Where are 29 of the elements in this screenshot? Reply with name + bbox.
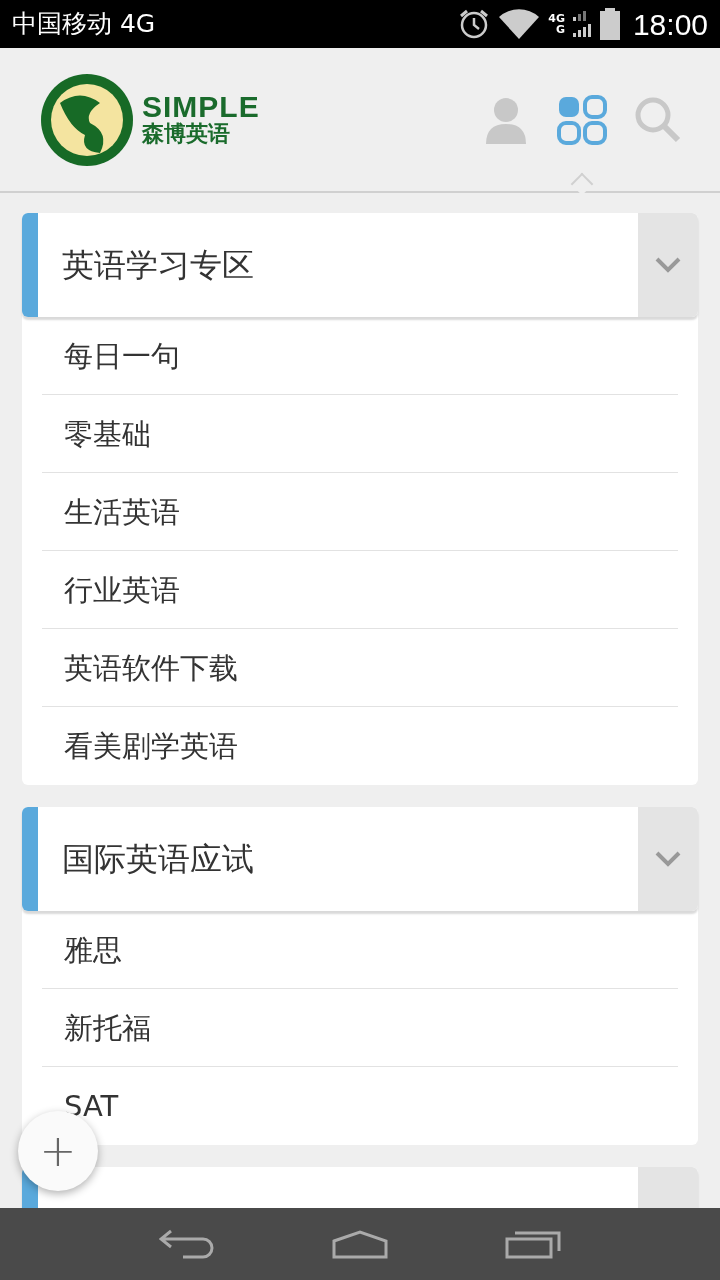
- menu-item[interactable]: 每日一句: [42, 317, 678, 395]
- search-icon: [635, 96, 681, 143]
- logo-text: SIMPLE: [142, 92, 260, 123]
- back-button[interactable]: [158, 1229, 215, 1259]
- signal-icon: [572, 9, 591, 39]
- menu-item[interactable]: 生活英语: [42, 473, 678, 551]
- chevron-down-icon: [655, 851, 681, 867]
- section-title: 国际英语应试: [61, 839, 255, 880]
- menu-item[interactable]: 行业英语: [42, 551, 678, 629]
- carrier-text: 中国移动 4G: [12, 8, 156, 41]
- grid-icon: [557, 94, 607, 145]
- chevron-down-icon: [655, 257, 681, 273]
- network-type-text: 4G: [548, 13, 565, 24]
- home-button[interactable]: [332, 1229, 388, 1259]
- menu-item[interactable]: 零基础: [42, 395, 678, 473]
- menu-item[interactable]: 雅思: [42, 911, 678, 989]
- clock-text: 18:00: [632, 6, 708, 43]
- wifi-icon: [498, 8, 541, 40]
- logo-subtitle: 森博英语: [142, 122, 231, 147]
- logo-icon: [40, 72, 134, 167]
- network-type-text: G: [554, 24, 565, 35]
- user-icon: [484, 95, 528, 144]
- section-title: 英语学习专区: [61, 245, 255, 286]
- battery-icon: [598, 8, 621, 40]
- menu-item[interactable]: 新托福: [42, 989, 678, 1067]
- recent-apps-button[interactable]: [505, 1229, 562, 1259]
- menu-item[interactable]: 看美剧学英语: [42, 707, 678, 785]
- menu-item[interactable]: 英语软件下载: [42, 629, 678, 707]
- alarm-icon: [458, 8, 491, 40]
